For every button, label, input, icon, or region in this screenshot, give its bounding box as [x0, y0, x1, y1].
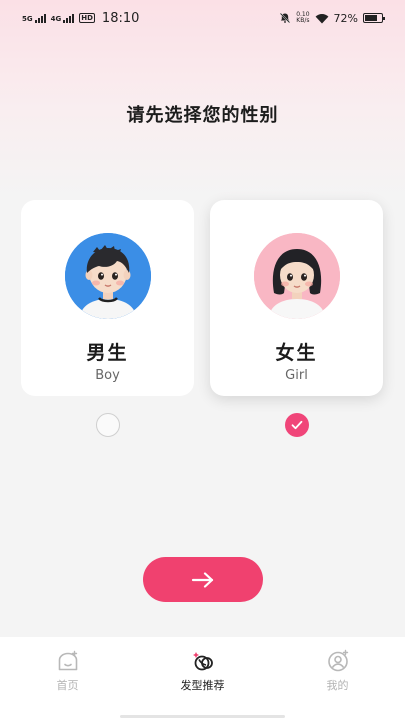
profile-icon	[327, 649, 348, 672]
battery-percent: 72%	[333, 11, 358, 25]
home-indicator	[120, 715, 285, 718]
signal-4g-icon: 4G	[51, 13, 75, 23]
mute-bell-icon	[280, 12, 291, 24]
boy-avatar	[64, 233, 151, 319]
tab-hairstyle[interactable]: 发型推荐	[135, 637, 270, 720]
radio-girl[interactable]	[285, 413, 309, 437]
tab-hairstyle-label: 发型推荐	[180, 679, 225, 692]
tab-home[interactable]: 首页	[0, 637, 135, 720]
page-title: 请先选择您的性别	[126, 105, 279, 126]
hd-badge: HD	[79, 13, 95, 23]
girl-avatar	[253, 233, 340, 319]
bottom-tab-bar: 首页 发型推荐 我的	[0, 637, 405, 720]
wifi-icon	[315, 13, 328, 23]
radio-boy[interactable]	[96, 413, 120, 437]
home-icon	[58, 650, 77, 671]
battery-level	[365, 15, 377, 21]
check-icon	[291, 420, 303, 430]
status-bar: 5G 4G HD 18:10 0.10 KB/s 72%	[0, 0, 405, 36]
tab-profile-label: 我的	[326, 679, 349, 692]
gender-name-boy: 男生	[86, 342, 129, 364]
battery-icon	[363, 13, 385, 23]
gender-card-boy[interactable]: 男生 Boy	[21, 200, 194, 396]
network-speed: 0.10 KB/s	[296, 11, 310, 24]
arrow-right-icon	[191, 571, 214, 588]
gender-card-girl[interactable]: 女生 Girl	[210, 200, 383, 396]
girl-avatar-image	[253, 233, 340, 319]
tab-home-label: 首页	[56, 679, 79, 692]
gender-sub-boy: Boy	[95, 368, 120, 383]
gender-sub-girl: Girl	[285, 368, 308, 383]
status-right: 0.10 KB/s 72%	[279, 11, 385, 25]
next-button[interactable]	[143, 557, 263, 602]
boy-avatar-image	[64, 233, 151, 319]
tab-profile[interactable]: 我的	[270, 637, 405, 720]
status-time: 18:10	[101, 10, 140, 26]
hairstyle-icon	[192, 652, 213, 671]
signal-5g-icon: 5G	[22, 13, 46, 23]
status-left: 5G 4G HD 18:10	[22, 11, 139, 26]
gender-name-girl: 女生	[275, 342, 318, 364]
